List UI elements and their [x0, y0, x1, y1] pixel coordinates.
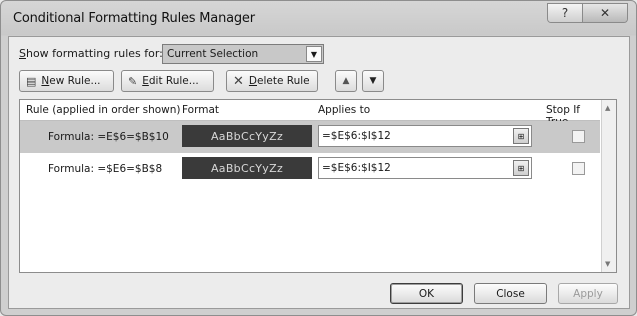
arrow-up-icon: ▲	[342, 76, 350, 86]
applies-to-value: =$E$6:$I$12	[322, 130, 391, 142]
scroll-up-icon[interactable]: ▲	[605, 104, 610, 112]
format-preview: AaBbCcYyZz	[182, 157, 312, 179]
dialog-body: Show formatting rules for: Current Selec…	[8, 36, 630, 309]
rules-list-header: Rule (applied in order shown) Format App…	[20, 100, 600, 128]
dialog-title: Conditional Formatting Rules Manager	[13, 11, 255, 26]
rule-formula: Formula: =$E6=$B$8	[48, 163, 163, 175]
stop-if-true-checkbox[interactable]	[572, 162, 585, 175]
collapse-dialog-icon[interactable]: ⊞	[513, 128, 529, 144]
rules-list: Rule (applied in order shown) Format App…	[19, 99, 617, 273]
delete-x-icon: ✕	[233, 73, 244, 89]
title-bar[interactable]: Conditional Formatting Rules Manager ? ✕	[1, 1, 636, 35]
applies-to-field[interactable]: =$E$6:$I$12 ⊞	[318, 125, 532, 147]
stop-if-true-checkbox[interactable]	[572, 130, 585, 143]
window-controls: ? ✕	[547, 3, 628, 23]
rule-formula: Formula: =E$6=$B$10	[48, 131, 169, 143]
show-rules-label: Show formatting rules for:	[19, 47, 163, 60]
new-rule-button[interactable]: ▤ New Rule...	[19, 70, 114, 92]
column-header-format: Format	[182, 104, 220, 116]
move-up-button[interactable]: ▲	[335, 70, 357, 92]
scroll-down-icon[interactable]: ▼	[605, 260, 610, 268]
applies-to-value: =$E$6:$I$12	[322, 162, 391, 174]
arrow-down-icon: ▼	[369, 76, 377, 86]
collapse-dialog-icon[interactable]: ⊞	[513, 160, 529, 176]
vertical-scrollbar[interactable]: ▲ ▼	[601, 100, 616, 272]
rule-row[interactable]: Formula: =E$6=$B$10 AaBbCcYyZz =$E$6:$I$…	[20, 121, 600, 153]
format-preview: AaBbCcYyZz	[182, 125, 312, 147]
show-rules-selected-value: Current Selection	[167, 48, 259, 60]
column-header-rule: Rule (applied in order shown)	[26, 104, 181, 116]
rule-row[interactable]: Formula: =$E6=$B$8 AaBbCcYyZz =$E$6:$I$1…	[20, 153, 600, 185]
edit-rule-icon: ✎	[128, 74, 138, 88]
new-rule-icon: ▤	[26, 74, 37, 88]
move-down-button[interactable]: ▼	[362, 70, 384, 92]
ok-button[interactable]: OK	[390, 283, 463, 304]
close-window-button[interactable]: ✕	[582, 4, 627, 22]
show-rules-dropdown[interactable]: Current Selection ▼	[162, 44, 324, 64]
column-header-applies-to: Applies to	[318, 104, 371, 116]
help-button[interactable]: ?	[548, 4, 582, 22]
apply-button[interactable]: Apply	[558, 283, 618, 304]
applies-to-field[interactable]: =$E$6:$I$12 ⊞	[318, 157, 532, 179]
chevron-down-icon[interactable]: ▼	[306, 46, 322, 62]
dialog-window: Conditional Formatting Rules Manager ? ✕…	[0, 0, 637, 316]
edit-rule-button[interactable]: ✎ Edit Rule...	[121, 70, 214, 92]
delete-rule-button[interactable]: ✕ Delete Rule	[226, 70, 318, 92]
close-button[interactable]: Close	[474, 283, 547, 304]
